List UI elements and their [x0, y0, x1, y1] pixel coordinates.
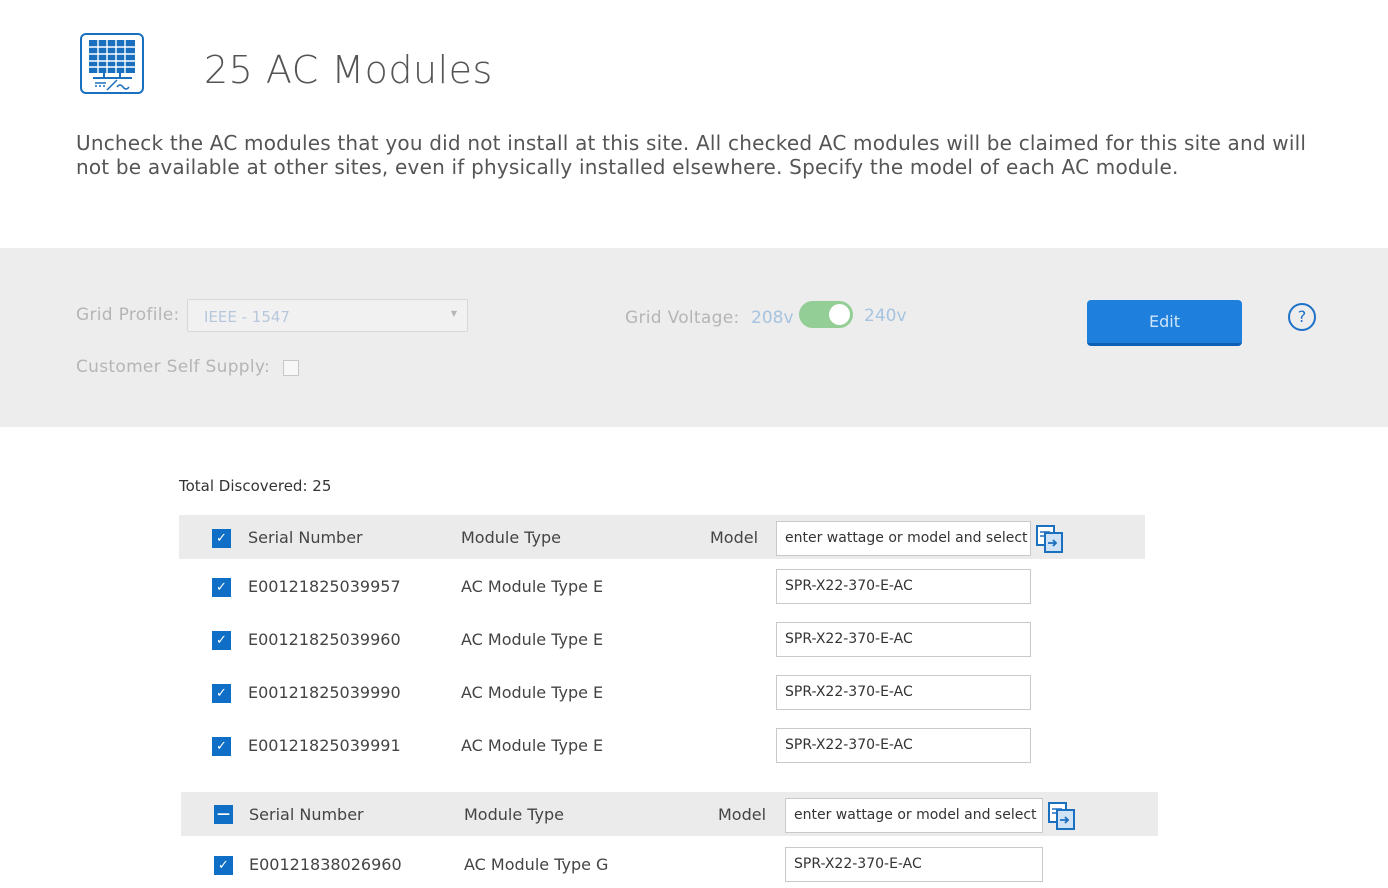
- serial-number-header: Serial Number: [249, 805, 364, 824]
- copy-to-all-icon[interactable]: [1036, 525, 1064, 553]
- serial-number-cell: E00121825039991: [248, 736, 401, 755]
- row-checkbox[interactable]: ✓: [212, 737, 231, 756]
- row-checkbox[interactable]: ✓: [212, 684, 231, 703]
- select-all-checkbox-partial[interactable]: —: [214, 805, 233, 824]
- serial-number-cell: E00121825039990: [248, 683, 401, 702]
- help-icon[interactable]: ?: [1288, 303, 1316, 331]
- row-checkbox[interactable]: ✓: [212, 578, 231, 597]
- model-bulk-input[interactable]: enter wattage or model and select: [776, 521, 1031, 556]
- toggle-knob: [829, 304, 850, 325]
- serial-number-cell: E00121825039957: [248, 577, 401, 596]
- serial-number-cell: E00121838026960: [249, 855, 402, 874]
- instructions-text: Uncheck the AC modules that you did not …: [76, 131, 1307, 179]
- model-header: Model: [710, 528, 759, 547]
- page-title: 25 AC Modules: [204, 48, 493, 92]
- module-type-cell: AC Module Type G: [464, 855, 609, 874]
- customer-self-supply-label: Customer Self Supply:: [76, 357, 271, 377]
- total-discovered: Total Discovered: 25: [179, 477, 332, 495]
- grid-profile-value: IEEE - 1547: [204, 308, 290, 326]
- customer-self-supply-checkbox[interactable]: [283, 360, 299, 376]
- grid-voltage-toggle[interactable]: [799, 301, 853, 328]
- grid-voltage-label: Grid Voltage:: [625, 308, 740, 328]
- chevron-down-icon: ▼: [450, 309, 457, 318]
- model-header: Model: [718, 805, 767, 824]
- serial-number-header: Serial Number: [248, 528, 363, 547]
- model-input[interactable]: SPR-X22-370-E-AC: [776, 675, 1031, 710]
- module-type-cell: AC Module Type E: [461, 683, 604, 702]
- model-input[interactable]: SPR-X22-370-E-AC: [776, 728, 1031, 763]
- solar-panel-icon: [80, 33, 144, 94]
- module-type-cell: AC Module Type E: [461, 577, 604, 596]
- model-input[interactable]: SPR-X22-370-E-AC: [785, 847, 1043, 882]
- grid-profile-label: Grid Profile:: [76, 305, 180, 325]
- grid-profile-select[interactable]: IEEE - 1547 ▼: [187, 299, 468, 332]
- voltage-240-label: 240v: [864, 306, 907, 326]
- copy-to-all-icon[interactable]: [1048, 802, 1076, 830]
- row-checkbox[interactable]: ✓: [214, 856, 233, 875]
- model-input[interactable]: SPR-X22-370-E-AC: [776, 622, 1031, 657]
- select-all-checkbox[interactable]: ✓: [212, 529, 231, 548]
- module-type-header: Module Type: [464, 805, 565, 824]
- model-bulk-input[interactable]: enter wattage or model and select: [785, 798, 1043, 833]
- module-type-cell: AC Module Type E: [461, 630, 604, 649]
- serial-number-cell: E00121825039960: [248, 630, 401, 649]
- module-type-cell: AC Module Type E: [461, 736, 604, 755]
- row-checkbox[interactable]: ✓: [212, 631, 231, 650]
- voltage-208-label: 208v: [751, 308, 794, 328]
- edit-button[interactable]: Edit: [1087, 300, 1242, 346]
- module-type-header: Module Type: [461, 528, 562, 547]
- model-input[interactable]: SPR-X22-370-E-AC: [776, 569, 1031, 604]
